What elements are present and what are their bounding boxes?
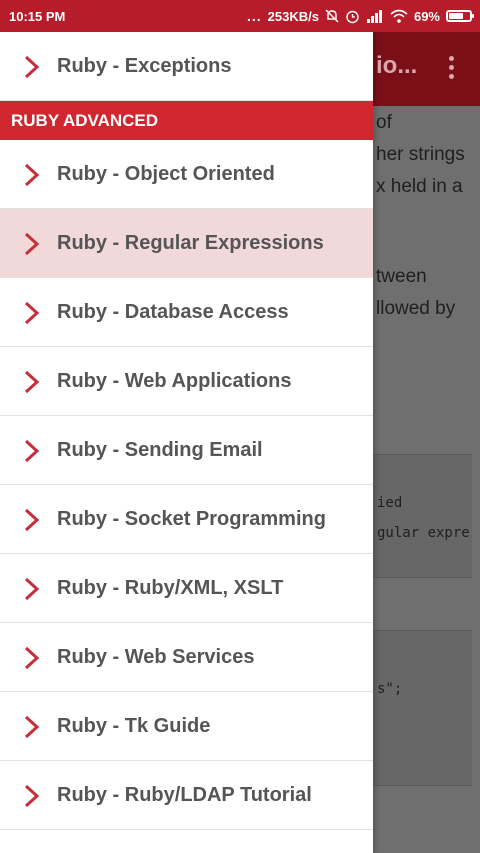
article-line: tween <box>376 266 427 287</box>
battery-icon <box>446 10 474 22</box>
chevron-right-icon <box>23 438 41 464</box>
article-line: of <box>376 112 392 133</box>
chevron-right-icon <box>23 507 41 533</box>
chevron-right-icon <box>23 645 41 671</box>
article-line: llowed by <box>376 298 456 319</box>
drawer-item-label: Ruby - Regular Expressions <box>57 231 324 254</box>
network-speed: 253KB/s <box>267 8 319 24</box>
drawer-item-label: Ruby - Exceptions <box>57 54 232 77</box>
chevron-right-icon <box>23 300 41 326</box>
article-line: x held in a <box>376 176 463 197</box>
drawer-item-object-oriented[interactable]: Ruby - Object Oriented <box>0 140 373 209</box>
code-line: s"; <box>377 681 403 697</box>
alarm-icon <box>345 9 360 24</box>
drawer-item-label: Ruby - Socket Programming <box>57 507 326 530</box>
chevron-right-icon <box>23 231 41 257</box>
status-bar: 10:15 PM ... 253KB/s 69% <box>0 0 480 32</box>
chevron-right-icon <box>23 714 41 740</box>
page-title: io... <box>376 52 418 79</box>
wifi-icon <box>390 9 408 23</box>
article-line: her strings <box>376 144 465 165</box>
section-header: RUBY ADVANCED <box>0 101 373 140</box>
chevron-right-icon <box>23 369 41 395</box>
chevron-right-icon <box>23 54 41 80</box>
mute-icon <box>325 9 339 23</box>
drawer-item-label: Ruby - Web Services <box>57 645 255 668</box>
battery-percent: 69% <box>413 8 440 24</box>
chevron-right-icon <box>23 162 41 188</box>
code-block: ied gular expre <box>356 454 472 578</box>
drawer-item-label: Ruby - Tk Guide <box>57 714 211 737</box>
status-time: 10:15 PM <box>9 8 66 24</box>
code-block: s"; <box>356 630 472 786</box>
code-line: ied <box>377 495 403 511</box>
drawer-item-ruby-ldap-tutorial[interactable]: Ruby - Ruby/LDAP Tutorial <box>0 761 373 830</box>
drawer-item-regular-expressions[interactable]: Ruby - Regular Expressions <box>0 209 373 278</box>
drawer-item-socket-programming[interactable]: Ruby - Socket Programming <box>0 485 373 554</box>
code-line: gular expre <box>377 525 470 541</box>
drawer-item-web-services[interactable]: Ruby - Web Services <box>0 623 373 692</box>
drawer-item-label: Ruby - Database Access <box>57 300 289 323</box>
chevron-right-icon <box>23 783 41 809</box>
signal-icon <box>366 9 384 23</box>
drawer-item-web-applications[interactable]: Ruby - Web Applications <box>0 347 373 416</box>
status-right-group: ... 253KB/s 69% <box>246 8 474 24</box>
drawer-item-ruby-xml-xslt[interactable]: Ruby - Ruby/XML, XSLT <box>0 554 373 623</box>
drawer-item-exceptions[interactable]: Ruby - Exceptions <box>0 32 373 101</box>
notification-dots: ... <box>246 8 262 24</box>
drawer-item-database-access[interactable]: Ruby - Database Access <box>0 278 373 347</box>
drawer-item-sending-email[interactable]: Ruby - Sending Email <box>0 416 373 485</box>
drawer-item-label: Ruby - Web Applications <box>57 369 292 392</box>
drawer-item-tk-guide[interactable]: Ruby - Tk Guide <box>0 692 373 761</box>
drawer-item-label: Ruby - Ruby/XML, XSLT <box>57 576 284 599</box>
more-options-icon[interactable] <box>446 56 456 84</box>
navigation-drawer: Ruby - Exceptions RUBY ADVANCED Ruby - O… <box>0 32 373 853</box>
drawer-item-label: Ruby - Ruby/LDAP Tutorial <box>57 783 312 806</box>
drawer-item-label: Ruby - Sending Email <box>57 438 263 461</box>
drawer-list: Ruby - Object Oriented Ruby - Regular Exp… <box>0 140 373 830</box>
chevron-right-icon <box>23 576 41 602</box>
drawer-item-label: Ruby - Object Oriented <box>57 162 275 185</box>
